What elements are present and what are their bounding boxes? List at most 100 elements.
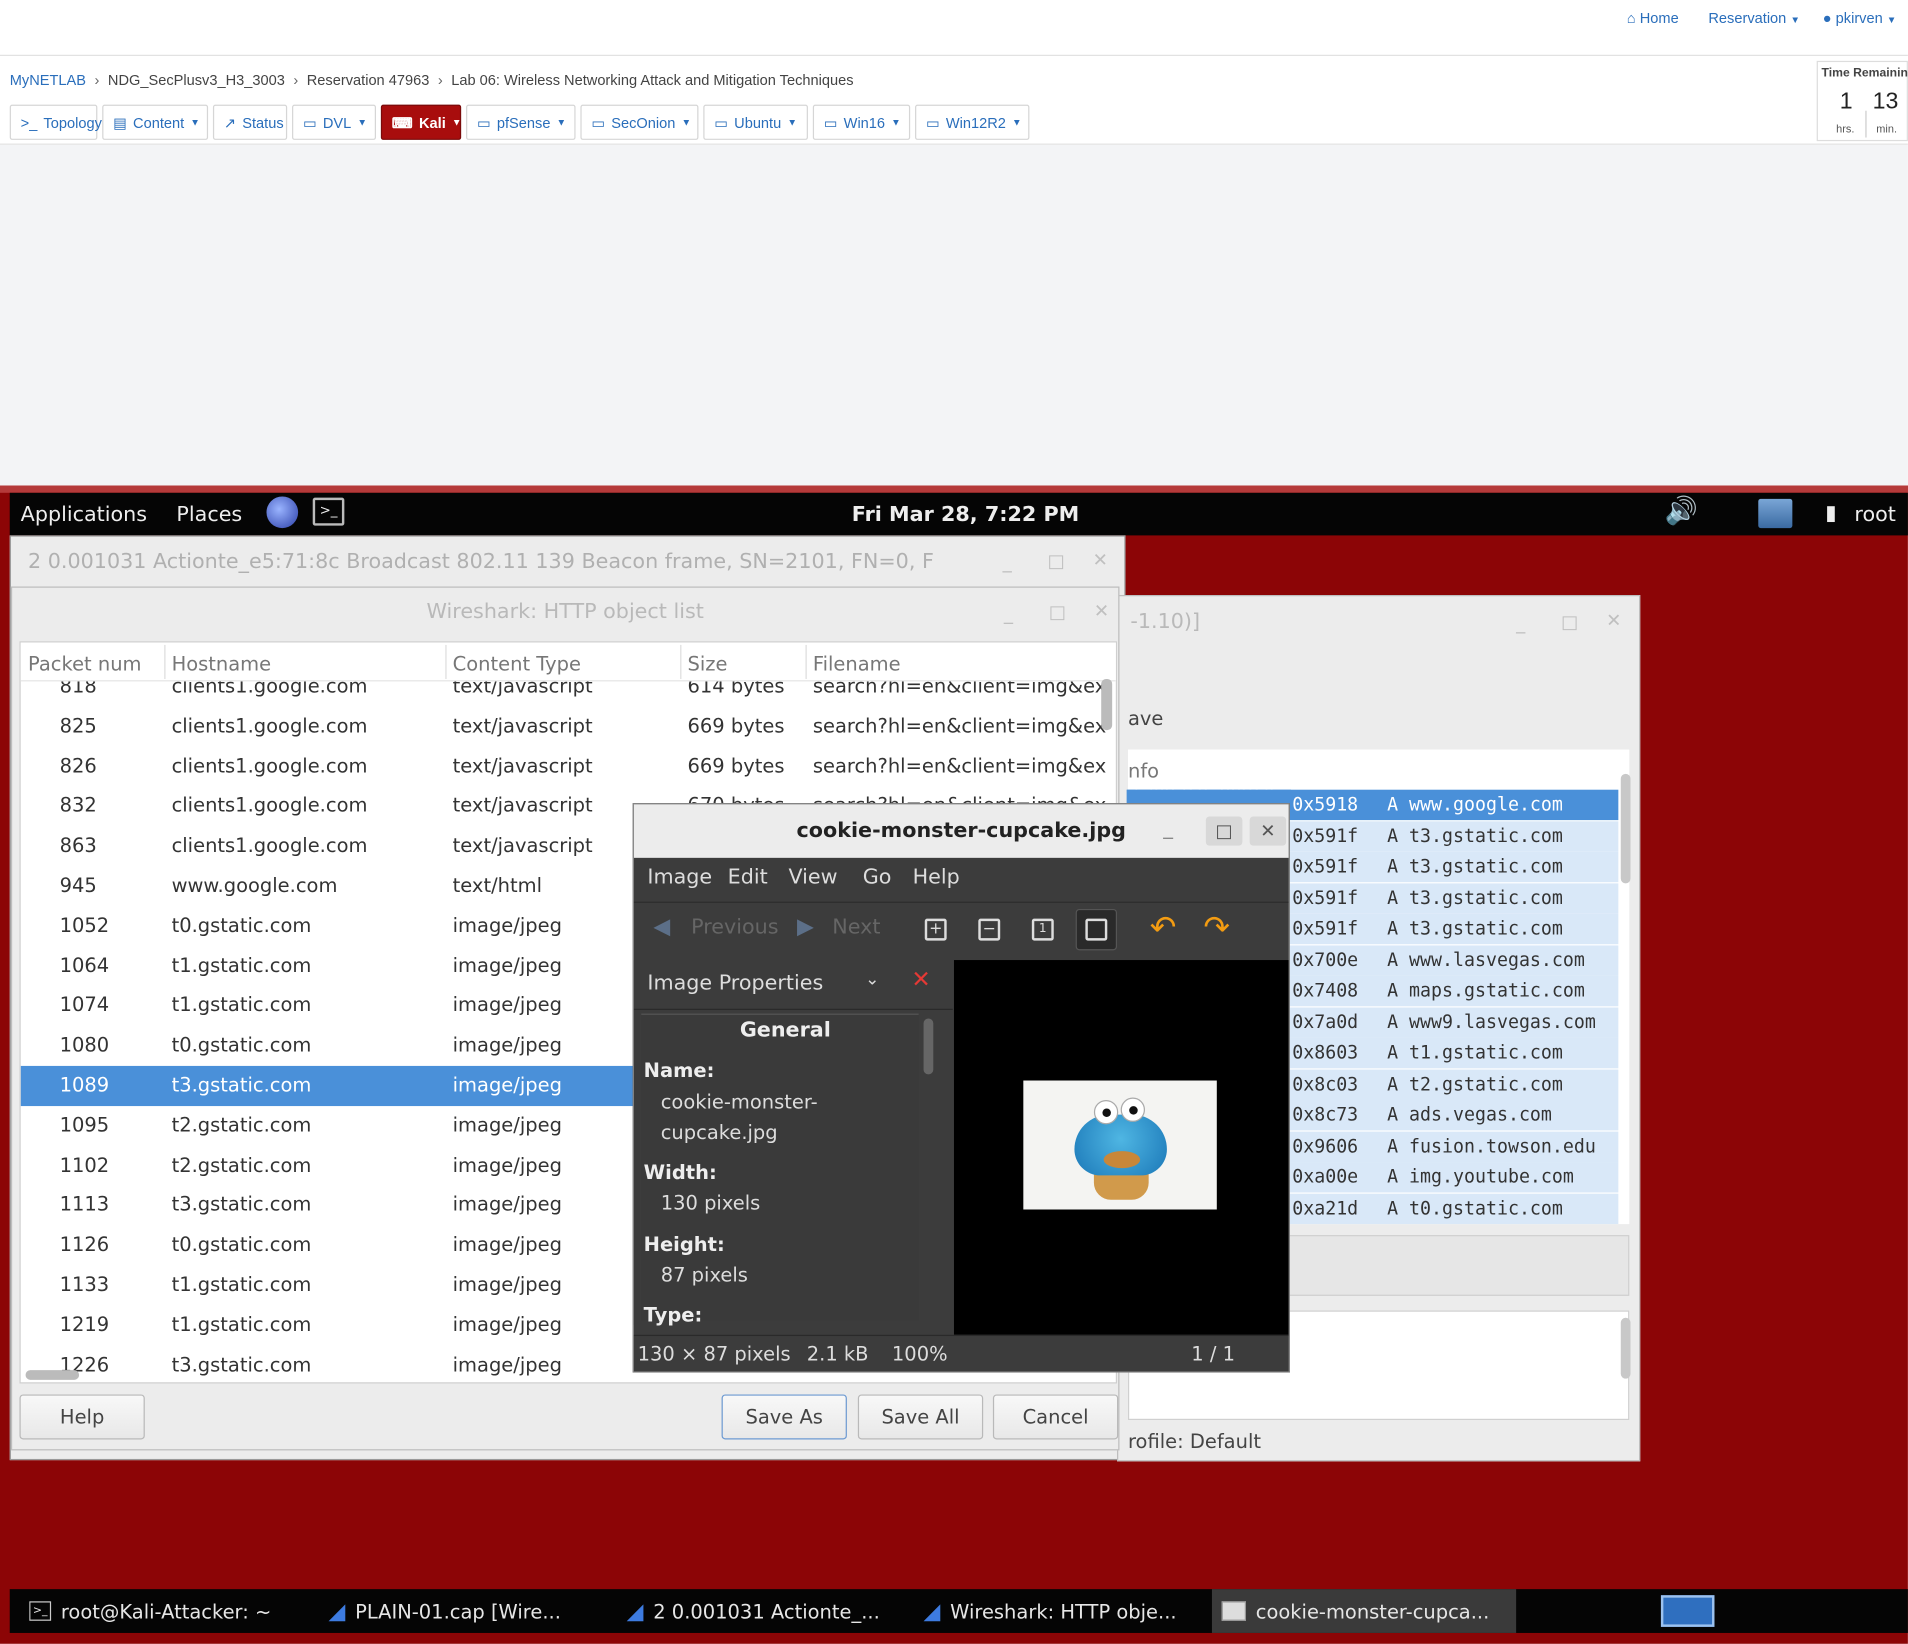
zoom-in-icon[interactable]: + <box>915 909 956 950</box>
previous-arrow-icon[interactable]: ◀ <box>653 914 670 940</box>
minimize-icon[interactable]: _ <box>1163 816 1173 839</box>
scrollbar[interactable] <box>1620 1317 1631 1379</box>
tab-pfsense[interactable]: ▭ pfSense ▼ <box>466 104 576 140</box>
column-filename[interactable]: Filename <box>813 652 901 675</box>
image-viewer-window[interactable]: cookie-monster-cupcake.jpg _ □ ✕ Image E… <box>632 803 1290 1373</box>
task-http-object-list[interactable]: ◢ Wireshark: HTTP obje... <box>924 1589 1211 1633</box>
caret-down-icon: ▼ <box>451 116 462 128</box>
tab-ubuntu[interactable]: ▭ Ubuntu ▼ <box>703 104 808 140</box>
applications-menu[interactable]: Applications <box>21 503 147 527</box>
cancel-button[interactable]: Cancel <box>992 1394 1119 1440</box>
cell-hostname: t1.gstatic.com <box>171 1272 312 1296</box>
chart-icon: ↗ <box>223 113 237 131</box>
chevron-down-icon[interactable]: ⌄ <box>865 970 879 989</box>
menu-go[interactable]: Go <box>863 865 892 889</box>
column-content-type[interactable]: Content Type <box>453 652 581 675</box>
tab-topology[interactable]: >_ Topology <box>9 104 102 140</box>
vertical-scrollbar[interactable] <box>1101 678 1113 731</box>
maximize-icon[interactable]: □ <box>1561 611 1578 633</box>
browser-icon[interactable] <box>266 496 299 529</box>
cell-content-type: image/jpeg <box>452 1272 562 1296</box>
home-link[interactable]: ⌂ Home <box>1627 10 1679 27</box>
sidebar-scrollbar[interactable] <box>923 1018 934 1075</box>
caret-down-icon: ▼ <box>357 116 367 128</box>
menu-help[interactable]: Help <box>913 865 960 889</box>
rotate-right-icon[interactable]: ↷ <box>1203 910 1230 947</box>
menu-image[interactable]: Image <box>647 865 712 889</box>
maximize-icon[interactable]: □ <box>1205 816 1243 846</box>
menu-edit[interactable]: Edit <box>728 865 768 889</box>
column-packet-num[interactable]: Packet num <box>28 652 142 675</box>
task-terminal[interactable]: >_ root@Kali-Attacker: ~ <box>29 1589 311 1633</box>
next-arrow-icon[interactable]: ▶ <box>797 914 814 940</box>
caret-down-icon: ▼ <box>190 116 200 128</box>
reservation-menu[interactable]: Reservation ▼ <box>1708 10 1800 27</box>
scrollbar[interactable] <box>1620 773 1631 884</box>
tab-win16[interactable]: ▭ Win16 ▼ <box>812 104 911 140</box>
horizontal-scrollbar[interactable] <box>25 1370 80 1380</box>
breadcrumb-course[interactable]: NDG_SecPlusv3_H3_3003 <box>108 72 285 89</box>
tab-win12r2[interactable]: ▭ Win12R2 ▼ <box>915 104 1030 140</box>
dns-id: 0x8c03 <box>1292 1072 1359 1095</box>
dns-host: t0.gstatic.com <box>1409 1196 1563 1219</box>
task-image-viewer[interactable]: cookie-monster-cupca... <box>1211 1589 1517 1633</box>
sidebar-selector[interactable]: Image Properties <box>647 971 823 995</box>
tab-status[interactable]: ↗ Status <box>212 104 288 140</box>
rotate-left-icon[interactable]: ↶ <box>1150 910 1177 947</box>
cookie <box>1103 1151 1141 1169</box>
column-size[interactable]: Size <box>687 652 727 675</box>
table-row[interactable]: 826 clients1.google.com text/javascript 669… <box>21 747 1116 787</box>
next-button[interactable]: Next <box>832 915 880 939</box>
tab-seconion[interactable]: ▭ SecOnion ▼ <box>580 104 699 140</box>
maximize-icon[interactable]: □ <box>1049 601 1066 623</box>
cell-content-type: text/javascript <box>452 793 593 817</box>
task-packet-detail[interactable]: ◢ 2 0.001031 Actionte_... <box>627 1589 914 1633</box>
laptop-icon: ▭ <box>302 113 317 131</box>
terminal-launcher-icon[interactable]: >_ <box>312 497 345 526</box>
tab-dvl[interactable]: ▭ DVL ▼ <box>292 104 376 140</box>
close-icon[interactable]: ✕ <box>1249 816 1287 846</box>
close-icon[interactable]: ✕ <box>1606 610 1621 632</box>
close-icon[interactable]: ✕ <box>1093 549 1108 571</box>
user-menu[interactable]: ● pkirven ▼ <box>1823 10 1897 27</box>
dns-type: A <box>1387 824 1399 847</box>
user-menu-root[interactable]: root <box>1854 503 1895 527</box>
breadcrumb-reservation[interactable]: Reservation 47963 <box>307 72 430 89</box>
minimize-icon[interactable]: _ <box>1516 612 1525 634</box>
help-button[interactable]: Help <box>19 1394 145 1440</box>
best-fit-icon[interactable] <box>1075 908 1118 951</box>
close-icon[interactable]: ✕ <box>1094 600 1109 622</box>
previous-button[interactable]: Previous <box>691 915 778 939</box>
tab-kali[interactable]: ⌨ Kali ▼ <box>380 104 462 140</box>
menu-view[interactable]: View <box>788 865 837 889</box>
cell-packet-num: 1074 <box>59 993 110 1017</box>
image-canvas[interactable] <box>953 960 1289 1335</box>
cell-hostname: clients1.google.com <box>171 753 368 778</box>
cookie-eye-right <box>1120 1097 1146 1122</box>
terminal-icon: >_ <box>20 113 38 131</box>
workspace-switcher[interactable] <box>1660 1595 1715 1627</box>
minimize-icon[interactable]: _ <box>1003 551 1012 573</box>
save-all-button[interactable]: Save All <box>857 1394 984 1440</box>
table-row[interactable]: 825 clients1.google.com text/javascript 669… <box>21 707 1116 747</box>
dns-id: 0xa21d <box>1292 1196 1359 1219</box>
normal-size-icon[interactable]: 1 <box>1022 909 1063 950</box>
cell-hostname: clients1.google.com <box>171 793 368 817</box>
save-as-button[interactable]: Save As <box>721 1394 847 1440</box>
network-icon[interactable] <box>1758 498 1793 529</box>
column-hostname[interactable]: Hostname <box>172 652 272 675</box>
places-menu[interactable]: Places <box>176 503 242 527</box>
tab-content[interactable]: ▤ Content ▼ <box>102 104 209 140</box>
cell-packet-num: 1133 <box>59 1272 110 1296</box>
dns-id: 0x591f <box>1292 886 1359 909</box>
panel-clock[interactable]: Fri Mar 28, 7:22 PM <box>852 503 1080 527</box>
task-plain-cap[interactable]: ◢ PLAIN-01.cap [Wire... <box>329 1589 616 1633</box>
breadcrumb-mynetlab[interactable]: MyNETLAB <box>10 72 86 89</box>
cell-content-type: text/html <box>452 873 542 897</box>
volume-icon[interactable]: 🔊 <box>1665 496 1698 526</box>
close-sidebar-icon[interactable]: ✕ <box>911 966 930 993</box>
chat-icon[interactable]: ▮ <box>1825 501 1836 525</box>
zoom-out-icon[interactable]: − <box>969 909 1010 950</box>
minimize-icon[interactable]: _ <box>1004 602 1013 624</box>
maximize-icon[interactable]: □ <box>1048 550 1065 572</box>
